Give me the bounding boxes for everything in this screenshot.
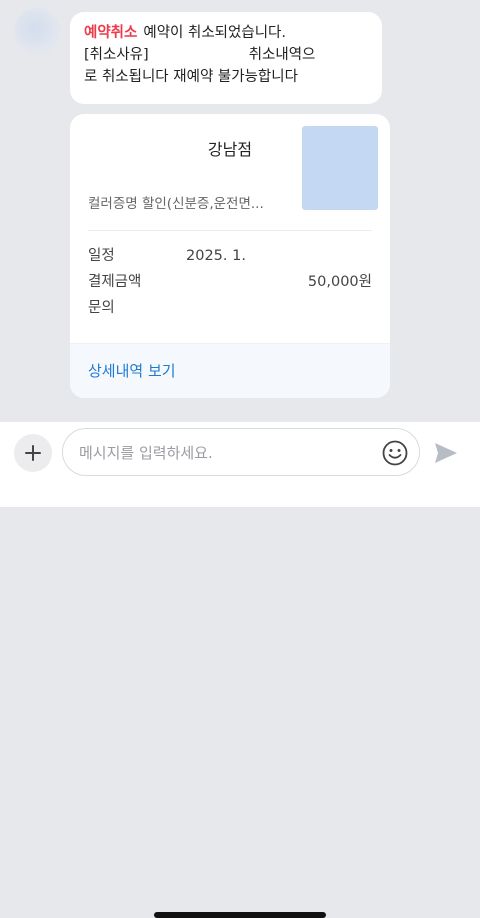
view-details-link[interactable]: 상세내역 보기 bbox=[88, 360, 176, 381]
message-line-2: [취소사유] 취소내역으 bbox=[84, 44, 368, 66]
payment-row: 결제금액 50,000원 bbox=[88, 270, 372, 294]
avatar[interactable] bbox=[14, 8, 60, 54]
schedule-value: 2025. 1. bbox=[186, 248, 246, 264]
plus-icon bbox=[25, 445, 41, 461]
message-bubble: 예약취소 예약이 취소되었습니다. [취소사유] 취소내역으 로 취소됩니다 재예약… bbox=[70, 12, 382, 104]
home-indicator bbox=[154, 912, 326, 918]
message-input[interactable] bbox=[77, 429, 381, 477]
payment-value: 50,000원 bbox=[307, 274, 372, 290]
card-footer: 상세내역 보기 bbox=[70, 343, 390, 398]
input-bar bbox=[0, 422, 480, 918]
message-text: 예약이 취소되었습니다. bbox=[143, 25, 286, 41]
payment-label: 결제금액 bbox=[88, 274, 142, 290]
message-line-3: 로 취소됩니다 재예약 불가능합니다 bbox=[84, 69, 298, 85]
message-field bbox=[62, 428, 420, 477]
inquiry-row: 문의 bbox=[88, 296, 372, 320]
divider bbox=[88, 230, 372, 231]
product-name: 컬러증명 할인(신분증,운전면... bbox=[88, 196, 264, 212]
message-line-1: 예약취소 예약이 취소되었습니다. bbox=[84, 22, 368, 44]
schedule-label: 일정 bbox=[88, 248, 115, 264]
plus-button[interactable] bbox=[14, 434, 52, 472]
chat-area: 예약취소 예약이 취소되었습니다. [취소사유] 취소내역으 로 취소됩니다 재예약… bbox=[0, 0, 480, 422]
inquiry-label: 문의 bbox=[88, 300, 115, 316]
reservation-card[interactable]: 강남점 컬러증명 할인(신분증,운전면... 일정 2025. 1. 결제금액 … bbox=[70, 114, 390, 398]
cancel-reason-label: [취소사유] bbox=[84, 47, 149, 63]
cancel-detail-text: 취소내역으 bbox=[248, 47, 316, 63]
schedule-row: 일정 2025. 1. bbox=[88, 244, 372, 268]
cancel-tag: 예약취소 bbox=[84, 25, 138, 41]
product-thumbnail bbox=[302, 126, 378, 210]
smiley-icon[interactable] bbox=[381, 439, 409, 467]
send-icon[interactable] bbox=[432, 439, 460, 467]
